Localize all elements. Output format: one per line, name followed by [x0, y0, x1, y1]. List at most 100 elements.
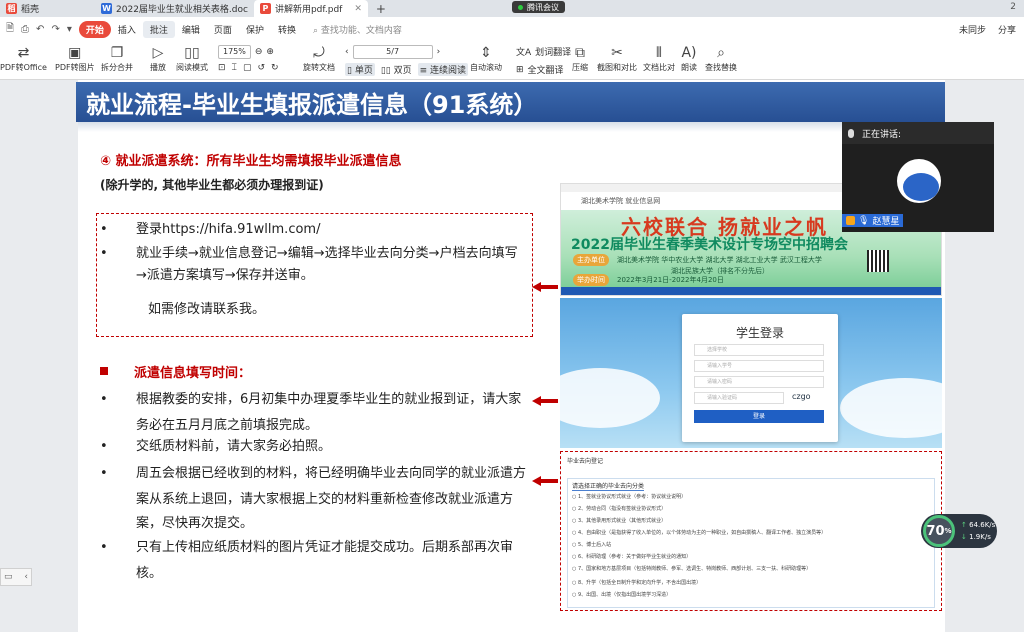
- form-select-heading: 请选择正确的毕业去向分类: [572, 483, 645, 491]
- text-select-icon[interactable]: ⌶: [232, 63, 237, 73]
- bullet-dot: •: [100, 246, 108, 261]
- single-page-label: 单页: [354, 66, 373, 76]
- pdf-to-office-button[interactable]: ⇄ PDF转Office: [0, 44, 47, 73]
- download-rate: 1.9: [969, 533, 981, 541]
- form-option: ○ 6、科研助理（参考：关于做好毕业生就业的通知）: [572, 554, 692, 560]
- tab-pdf[interactable]: P 讲解新用pdf.pdf ✕: [253, 0, 368, 17]
- split-merge-button[interactable]: ❐ 拆分合并: [101, 44, 133, 73]
- double-page-button[interactable]: ▯▯ 双页: [381, 63, 412, 76]
- speaker-name: 赵慧星: [872, 217, 900, 227]
- section-subheading: (除升学的, 其他毕业生都必须办理报到证): [100, 178, 324, 192]
- menu-insert[interactable]: 插入: [111, 21, 143, 38]
- left-arrow-icon: [532, 282, 558, 292]
- menu-start[interactable]: 开始: [78, 20, 111, 38]
- save-icon[interactable]: 🗎: [6, 21, 14, 38]
- auto-scroll-button[interactable]: ⇕ 自动滚动: [470, 44, 502, 73]
- avatar-graphic: [903, 173, 939, 201]
- dropdown-icon[interactable]: ▾: [67, 24, 72, 35]
- continuous-read-button[interactable]: ≡ 连续阅读: [417, 63, 469, 76]
- page-layout-row: ▯ 单页 ▯▯ 双页 ≡ 连续阅读: [345, 63, 469, 76]
- read-mode-button[interactable]: ▯▯ 阅读模式: [176, 44, 208, 73]
- upload-unit: K/s: [984, 521, 996, 529]
- time-text-1b: 务必在五月月底之前填报完成。: [136, 418, 319, 433]
- cpu-usage-gauge: 70%: [923, 515, 955, 547]
- qr-code-icon: [867, 250, 889, 272]
- fit-icon[interactable]: ⊡: [218, 63, 226, 73]
- prev-page-icon[interactable]: ‹: [345, 47, 349, 57]
- search-input[interactable]: ⌕ 查找功能、文档内容: [313, 23, 402, 36]
- meeting-video-panel[interactable]: 正在讲话: 🎙 赵慧星: [842, 122, 994, 232]
- next-page-icon[interactable]: ›: [437, 47, 441, 57]
- rotate-left-icon[interactable]: ↺: [257, 63, 265, 73]
- book-icon: ▯▯: [184, 45, 200, 61]
- full-translate-label: 全文翻译: [527, 66, 564, 76]
- time-text-4b: 核。: [136, 566, 163, 581]
- captcha-image: czgo: [792, 392, 811, 401]
- form-option: ○ 5、博士后入站: [572, 542, 612, 548]
- step-text-2: 就业手续→就业信息登记→编辑→选择毕业去向分类→户档去向填写: [136, 246, 518, 261]
- bullet-dot: •: [100, 392, 108, 407]
- find-replace-button[interactable]: ⌕ 查找替换: [705, 44, 737, 73]
- upload-rate: 64.6: [969, 521, 985, 529]
- menu-comment[interactable]: 批注: [142, 20, 175, 38]
- net-speed-widget[interactable]: 70% ↑ 64.6K/s ↓ 1.9K/s: [921, 514, 997, 548]
- sidebar-toggle[interactable]: ▭ ‹: [0, 568, 32, 586]
- page-number-input[interactable]: 5/7: [352, 45, 433, 59]
- close-icon[interactable]: ✕: [354, 4, 362, 14]
- zoom-in-icon[interactable]: ⊕: [266, 47, 274, 57]
- time-text-3c: 案，尽快再次提交。: [136, 516, 254, 531]
- zoom-select[interactable]: 175%: [218, 45, 251, 59]
- menu-protect[interactable]: 保护: [239, 21, 271, 38]
- docer-icon: 稻: [6, 3, 17, 14]
- site-nav-bar: [561, 287, 941, 295]
- window-badge[interactable]: 2: [1010, 2, 1016, 12]
- menu-convert[interactable]: 转换: [271, 21, 303, 38]
- rotate-doc-label: 旋转文档: [303, 63, 335, 72]
- pdf-to-office-label: PDF转Office: [0, 63, 47, 72]
- tab-home-label: 稻壳: [21, 5, 40, 15]
- title-shadow: [78, 122, 945, 132]
- doc-compare-button[interactable]: ⫴ 文档比对: [643, 44, 675, 73]
- left-arrow-icon: [532, 396, 558, 406]
- word-doc-icon: W: [101, 3, 113, 14]
- meeting-indicator[interactable]: 腾讯会议: [512, 1, 565, 13]
- redo-icon[interactable]: ↷: [51, 24, 59, 35]
- play-icon: ▷: [152, 45, 164, 61]
- split-merge-label: 拆分合并: [101, 63, 133, 72]
- share-button[interactable]: 分享: [998, 23, 1016, 36]
- zoom-out-icon[interactable]: ⊖: [255, 47, 263, 57]
- full-translate-button[interactable]: ⊞ 全文翻译: [516, 63, 564, 77]
- undo-icon[interactable]: ↶: [36, 24, 44, 35]
- form-option: ○ 1、签就业协议形式就业（参考：协议就业说明）: [572, 494, 687, 500]
- time-text-4a: 只有上传相应纸质材料的图片凭证才能提交成功。后期系部再次审: [136, 540, 514, 555]
- tab-doc[interactable]: W 2022届毕业生就业相关表格.doc: [95, 0, 254, 17]
- rotate-doc-icon: ⤾: [313, 45, 325, 61]
- compress-button[interactable]: ⧉ 压缩: [572, 44, 588, 73]
- menu-page[interactable]: 页面: [207, 21, 239, 38]
- read-mode-label: 阅读模式: [176, 63, 208, 72]
- sync-status[interactable]: 未同步: [959, 23, 986, 36]
- captcha-field: 请输入验证码: [694, 392, 784, 404]
- note-icon[interactable]: ▢: [243, 63, 252, 73]
- print-icon[interactable]: ⎙: [21, 24, 29, 35]
- cloud-decor: [840, 378, 942, 438]
- login-card: 学生登录 选择学校 请输入学号 请输入密码 请输入验证码 czgo 登录: [682, 314, 838, 442]
- bullet-dot: •: [100, 222, 108, 237]
- rotate-doc-button[interactable]: ⤾ 旋转文档: [303, 44, 335, 73]
- screenshot-compare-button[interactable]: ✂ 截图和对比: [597, 44, 637, 73]
- translate-button[interactable]: 文A 划词翻译: [516, 45, 571, 58]
- slide-title: 就业流程-毕业生填报派遣信息（91系统）: [76, 82, 945, 122]
- pdf-to-image-button[interactable]: ▣ PDF转图片: [55, 44, 95, 73]
- read-aloud-button[interactable]: A) 朗读: [681, 44, 697, 73]
- auto-scroll-icon: ⇕: [480, 45, 492, 61]
- play-button[interactable]: ▷ 播放: [150, 44, 166, 73]
- single-page-button[interactable]: ▯ 单页: [345, 63, 375, 76]
- speaking-bar: 正在讲话:: [842, 122, 994, 144]
- rotate-right-icon[interactable]: ↻: [271, 63, 279, 73]
- tab-home[interactable]: 稻 稻壳: [0, 0, 45, 17]
- menu-edit[interactable]: 编辑: [175, 21, 207, 38]
- cloud-decor: [560, 368, 660, 428]
- new-tab-icon[interactable]: +: [376, 2, 386, 16]
- compare-icon: ⫴: [656, 45, 662, 61]
- time-tag: 举办时间: [573, 274, 609, 286]
